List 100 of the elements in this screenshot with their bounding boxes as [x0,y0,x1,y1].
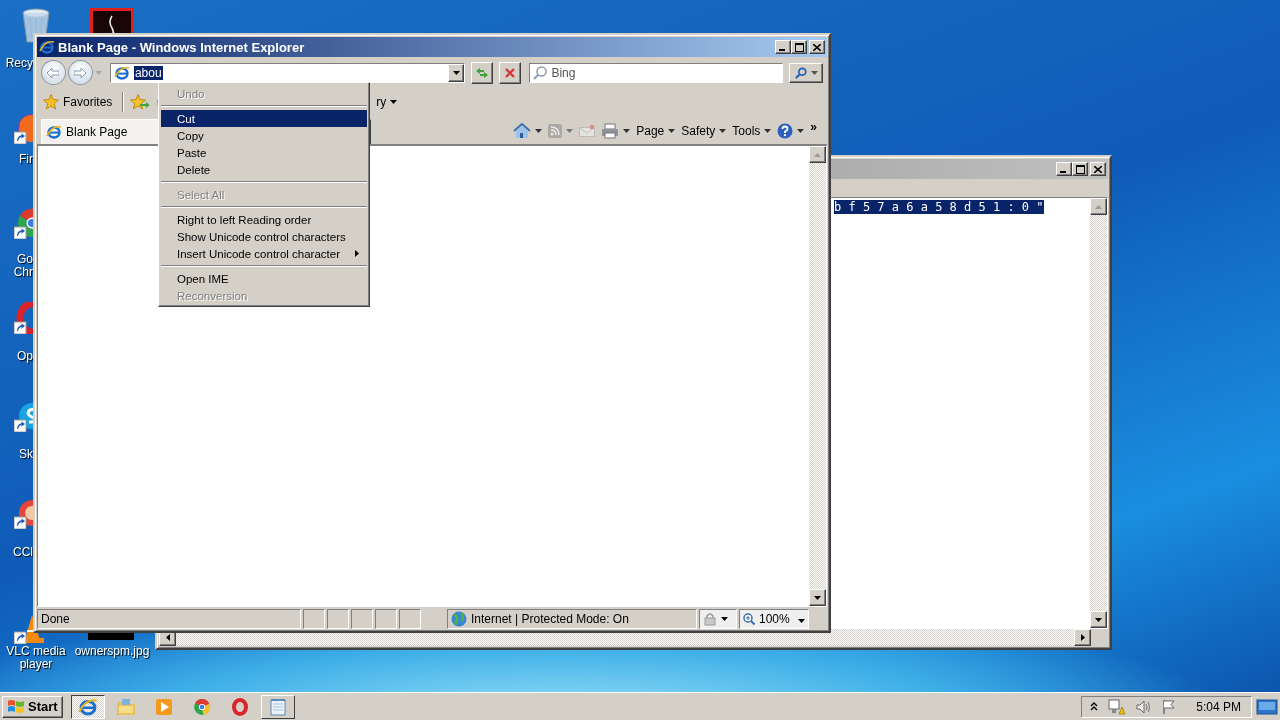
print-button[interactable] [601,123,631,139]
caret-up-icon [1095,204,1102,209]
status-panel [375,609,397,629]
home-icon [513,123,532,139]
chevron-up-icon[interactable] [1090,701,1099,712]
image-thumbnail[interactable] [88,633,134,640]
feed-icon [548,124,563,138]
flag-icon[interactable] [1162,698,1177,715]
stop-button[interactable] [499,61,522,84]
menu-item[interactable]: Insert Unicode control character [161,245,367,262]
address-field[interactable]: abou [109,62,466,83]
scroll-down-button[interactable] [1090,611,1107,628]
start-button[interactable]: Start [2,695,63,718]
back-button[interactable] [41,60,66,85]
scroll-right-button[interactable] [1074,629,1091,646]
scroll-up-button[interactable] [1090,198,1107,215]
forward-button[interactable] [67,60,93,85]
caret-icon [566,129,574,133]
menu-button[interactable]: Tools [732,124,772,138]
caret-icon [452,70,460,75]
menu-item[interactable]: Right to left Reading order [161,211,367,228]
search-field[interactable]: Bing [529,62,784,83]
back-arrow-icon [47,67,60,78]
caret-icon [390,100,398,104]
icon-label: Go [17,253,33,266]
caret-icon [797,129,805,133]
icon-label: Sk [19,448,33,461]
notepad-icon [268,697,287,716]
protected-mode-button[interactable] [699,609,737,629]
menu-item[interactable]: Show Unicode control characters [161,228,367,245]
zoom-icon [743,613,755,625]
close-icon [813,43,821,51]
minimize-button[interactable] [775,40,791,54]
status-panel [303,609,325,629]
overflow-button[interactable]: » [810,120,817,134]
search-icon [533,65,548,80]
vertical-scrollbar[interactable] [809,146,826,606]
globe-icon [451,611,467,627]
maximize-icon [1075,164,1085,174]
caret-up-icon [814,152,821,157]
history-caret-icon [94,70,102,75]
menu-button[interactable]: Safety [681,124,727,138]
caret-icon [668,129,676,133]
page-icon [113,64,130,81]
search-button[interactable] [789,62,823,83]
icon-label: player [19,658,53,671]
caret-icon [535,129,543,133]
menu-item[interactable]: Cut [161,110,367,127]
menu-item[interactable]: Delete [161,161,367,178]
menu-item[interactable]: Open IME [161,270,367,287]
caret-icon [719,129,727,133]
caret-icon [623,129,631,133]
icon-label: Chr [13,266,33,279]
star-icon [43,94,59,110]
vertical-scrollbar[interactable] [1090,198,1107,628]
caret-down-icon [1095,617,1102,622]
zoom-button[interactable]: 100% [739,609,809,629]
refresh-button[interactable] [471,61,494,84]
scroll-up-button[interactable] [809,146,826,163]
menu-item[interactable]: Paste [161,144,367,161]
windows-logo-icon [7,698,25,715]
icon-label: Recy [5,57,33,70]
security-zone: Internet | Protected Mode: On [447,609,697,629]
speaker-icon[interactable] [1136,699,1153,714]
status-panel [327,609,349,629]
menu-button[interactable]: Page [636,124,676,138]
window-title: Blank Page - Windows Internet Explorer [58,39,305,55]
network-warning-icon[interactable] [1108,698,1127,715]
close-button[interactable] [809,40,825,54]
caret-icon [764,129,772,133]
address-dropdown-button[interactable] [448,63,465,82]
stop-icon [505,67,516,78]
refresh-icon [475,66,490,79]
clock[interactable]: 5:04 PM [1196,699,1241,714]
favorites-button[interactable]: Favorites [41,92,115,112]
show-desktop-icon[interactable] [1256,696,1278,717]
caret-icon [798,619,805,623]
menu-item[interactable]: Copy [161,127,367,144]
icon-label: Op [17,350,33,363]
selected-text: b f 5 7 a 6 a 5 8 d 5 1 : 0 " [834,200,1044,214]
maximize-icon [794,42,804,52]
caret-right-icon [1080,634,1085,641]
help-button[interactable] [777,123,805,139]
favorites-link[interactable]: ry [376,95,398,109]
page-icon [46,124,62,140]
home-button[interactable] [513,123,543,139]
help-icon [777,123,794,139]
scroll-down-button[interactable] [809,589,826,606]
browser-icon [39,39,55,55]
printer-icon [601,123,620,139]
forward-arrow-icon [74,67,87,78]
close-icon [1094,165,1102,173]
ring-icon [230,697,249,716]
icon-label: Fir [19,153,33,166]
chrome-icon [192,697,211,716]
search-icon [794,66,807,79]
address-text: abou [133,65,163,80]
taskbar-button[interactable] [70,694,105,719]
icon-label: CCl [13,546,33,559]
maximize-button[interactable] [791,40,807,54]
